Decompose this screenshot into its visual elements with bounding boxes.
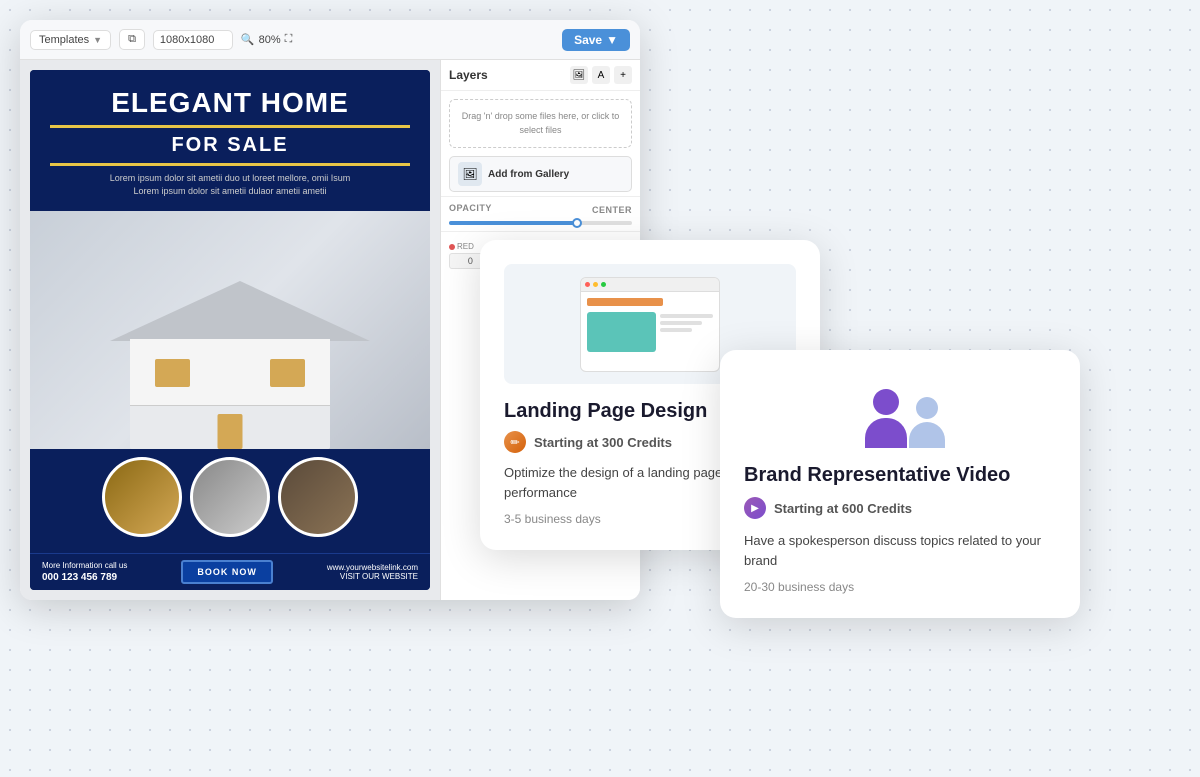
add-from-gallery-btn[interactable]: 🖼 Add from Gallery: [449, 156, 632, 192]
person-body-main: [865, 418, 907, 448]
brand-card-title: Brand Representative Video: [744, 464, 1056, 487]
gallery-icon: 🖼: [458, 162, 482, 186]
brand-credits-row: ▶ Starting at 600 Credits: [744, 497, 1056, 519]
circle-photos: [42, 457, 418, 537]
opacity-section: OPACITY CENTER: [441, 196, 640, 231]
browser-dot-red: [585, 282, 590, 287]
person-main: [865, 389, 907, 448]
copy-icon: ⧉: [128, 33, 136, 46]
brand-icon-area: [744, 378, 1056, 448]
brand-video-card: Brand Representative Video ▶ Starting at…: [720, 350, 1080, 618]
zoom-icon: 🔍: [241, 33, 255, 46]
credits-icon: ✏: [504, 431, 526, 453]
opacity-row: OPACITY CENTER: [449, 203, 632, 217]
website-url: www.yourwebsitelink.com: [327, 563, 418, 572]
house-window-2: [270, 359, 305, 387]
phone-number: 000 123 456 789: [42, 572, 127, 583]
chevron-down-icon: ▼: [606, 33, 618, 47]
size-input[interactable]: 1080x1080: [153, 30, 233, 50]
browser-teal-block: [587, 312, 656, 352]
video-credits-icon: ▶: [744, 497, 766, 519]
house-body: [130, 339, 330, 449]
layers-header: Layers 🖼 A +: [441, 60, 640, 91]
flyer-description: Lorem ipsum dolor sit ametii duo ut lore…: [50, 172, 410, 199]
templates-label: Templates: [39, 34, 89, 46]
drag-drop-text: Drag 'n' drop some files here, or click …: [462, 111, 620, 135]
browser-bar: [581, 278, 719, 292]
browser-orange-line: [587, 298, 663, 306]
house-roof: [110, 281, 370, 341]
layers-title: Layers: [449, 68, 488, 82]
circle-photo-2: [190, 457, 270, 537]
house-illustration: [110, 289, 350, 449]
flyer-subtitle: FOR SALE: [50, 134, 410, 157]
flyer-bottom: [30, 449, 430, 553]
copy-btn[interactable]: ⧉: [119, 29, 145, 50]
gold-divider-2: [50, 163, 410, 166]
chevron-down-icon: ▼: [93, 35, 102, 45]
book-now-button[interactable]: BOOK NOW: [181, 560, 273, 584]
expand-icon: ⛶: [285, 33, 293, 46]
browser-mockup: [580, 277, 720, 372]
contact-label: More Information call us: [42, 561, 127, 570]
people-icon: [855, 378, 945, 448]
layer-icon-text[interactable]: A: [592, 66, 610, 84]
flyer-main-image: [30, 211, 430, 449]
layer-icon-img[interactable]: 🖼: [570, 66, 588, 84]
house-window-door: [218, 414, 243, 449]
save-label: Save: [574, 33, 602, 47]
gold-divider: [50, 125, 410, 128]
circle-photo-3: [278, 457, 358, 537]
footer-contact: More Information call us 000 123 456 789: [42, 561, 127, 583]
templates-btn[interactable]: Templates ▼: [30, 30, 111, 50]
opacity-slider[interactable]: [449, 221, 632, 225]
layer-icon-plus[interactable]: +: [614, 66, 632, 84]
brand-credits-label: Starting at 600 Credits: [774, 501, 912, 516]
flyer-footer: More Information call us 000 123 456 789…: [30, 553, 430, 590]
house-window-1: [155, 359, 190, 387]
flyer: ELEGANT HOME FOR SALE Lorem ipsum dolor …: [30, 70, 430, 590]
browser-line-2: [660, 321, 702, 325]
editor-toolbar: Templates ▼ ⧉ 1080x1080 🔍 80% ⛶ Save ▼: [20, 20, 640, 60]
center-label: CENTER: [592, 205, 632, 215]
gallery-label: Add from Gallery: [488, 169, 569, 180]
footer-website: www.yourwebsitelink.com VISIT OUR WEBSIT…: [327, 563, 418, 581]
opacity-label: OPACITY: [449, 203, 492, 213]
flyer-title: ELEGANT HOME: [50, 88, 410, 119]
canvas-area[interactable]: ELEGANT HOME FOR SALE Lorem ipsum dolor …: [20, 60, 440, 600]
red-dot: [449, 244, 455, 250]
browser-dot-yellow: [593, 282, 598, 287]
browser-line-1: [660, 314, 713, 318]
brand-card-days: 20-30 business days: [744, 580, 1056, 594]
person-secondary: [909, 397, 945, 448]
browser-line-3: [660, 328, 692, 332]
red-label: RED: [457, 242, 474, 251]
browser-dot-green: [601, 282, 606, 287]
person-body-secondary: [909, 422, 945, 448]
slider-thumb: [572, 218, 582, 228]
circle-photo-1: [102, 457, 182, 537]
flyer-header: ELEGANT HOME FOR SALE Lorem ipsum dolor …: [30, 70, 430, 211]
browser-text-lines: [660, 314, 713, 352]
zoom-control: 🔍 80% ⛶: [241, 33, 292, 46]
browser-content: [581, 292, 719, 358]
zoom-value: 80%: [259, 34, 281, 46]
brand-card-description: Have a spokesperson discuss topics relat…: [744, 531, 1056, 570]
visit-label: VISIT OUR WEBSITE: [327, 572, 418, 581]
drag-drop-area[interactable]: Drag 'n' drop some files here, or click …: [449, 99, 632, 148]
person-head-main: [873, 389, 899, 415]
person-head-secondary: [916, 397, 938, 419]
save-button[interactable]: Save ▼: [562, 29, 630, 51]
landing-credits-label: Starting at 300 Credits: [534, 435, 672, 450]
layers-icons: 🖼 A +: [570, 66, 632, 84]
